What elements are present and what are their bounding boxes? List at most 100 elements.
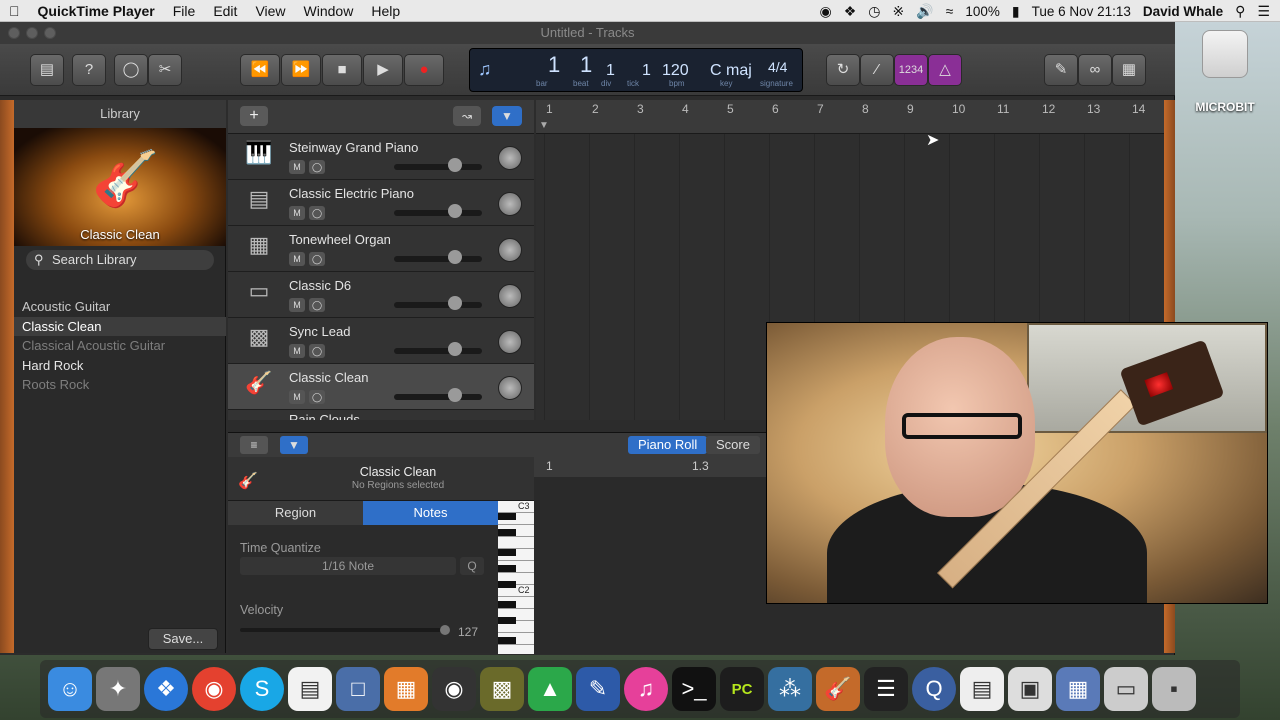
- volume-slider[interactable]: [394, 256, 482, 262]
- pen-icon[interactable]: ✎: [576, 667, 620, 711]
- library-item[interactable]: Roots Rock: [14, 375, 226, 395]
- lcd-display[interactable]: ♫ 1 bar 1 beat 1 div 1 tick 120 bpm C ma…: [469, 48, 803, 92]
- headphones-icon[interactable]: ◯: [309, 344, 325, 358]
- mute-button[interactable]: M: [289, 252, 305, 266]
- velocity-slider[interactable]: [240, 623, 450, 637]
- menu-help[interactable]: Help: [362, 3, 409, 19]
- smart-controls-button[interactable]: ◯: [114, 54, 148, 86]
- track-row[interactable]: Rain Clouds: [228, 410, 534, 420]
- filter-button[interactable]: ▼: [492, 106, 522, 126]
- timeline-ruler[interactable]: 1 2 3 4 5 6 7 8 9 10 11 12 13 14 ▼: [536, 100, 1164, 134]
- volume-slider[interactable]: [394, 348, 482, 354]
- piano-keyboard[interactable]: C3 C2: [498, 501, 534, 654]
- time-machine-icon[interactable]: ◷: [868, 4, 880, 18]
- instrument-icon[interactable]: ☰: [864, 667, 908, 711]
- play-button[interactable]: ▶: [363, 54, 403, 86]
- headphones-icon[interactable]: ◯: [309, 252, 325, 266]
- mute-button[interactable]: M: [289, 390, 305, 404]
- pan-knob[interactable]: [498, 192, 522, 216]
- volume-slider[interactable]: [394, 394, 482, 400]
- library-item[interactable]: Acoustic Guitar: [14, 297, 226, 317]
- velocity-handle[interactable]: [440, 625, 450, 635]
- skype-icon[interactable]: S: [240, 667, 284, 711]
- headphones-icon[interactable]: ◯: [309, 298, 325, 312]
- tuner-button[interactable]: ⁄: [860, 54, 894, 86]
- editor-filter-button[interactable]: ▼: [280, 436, 308, 454]
- terminal-icon[interactable]: >_: [672, 667, 716, 711]
- dropbox-icon[interactable]: ❖: [844, 4, 857, 18]
- zoom-button[interactable]: [44, 27, 56, 39]
- library-search-input[interactable]: ⚲ Search Library: [26, 250, 214, 270]
- track-row[interactable]: 🎹 Steinway Grand Piano M ◯: [228, 134, 534, 180]
- volume-knob[interactable]: [448, 296, 462, 310]
- region-tab[interactable]: Region: [228, 501, 363, 525]
- battery-percent[interactable]: 100%: [965, 4, 1000, 19]
- time-quantize-select[interactable]: 1/16 Note: [240, 557, 456, 575]
- pan-knob[interactable]: [498, 284, 522, 308]
- mute-button[interactable]: M: [289, 298, 305, 312]
- volume-slider[interactable]: [394, 302, 482, 308]
- track-row[interactable]: ▩ Sync Lead M ◯: [228, 318, 534, 364]
- library-item[interactable]: Classical Acoustic Guitar: [14, 336, 226, 356]
- pan-knob[interactable]: [498, 376, 522, 400]
- volume-slider[interactable]: [394, 164, 482, 170]
- library-item[interactable]: Hard Rock: [14, 356, 226, 376]
- virtualbox-icon[interactable]: □: [336, 667, 380, 711]
- pan-knob[interactable]: [498, 330, 522, 354]
- cura-icon[interactable]: ▲: [528, 667, 572, 711]
- pan-knob[interactable]: [498, 238, 522, 262]
- battery-icon[interactable]: ▮: [1012, 4, 1020, 18]
- wifi-icon[interactable]: ≈: [946, 4, 954, 18]
- images-icon[interactable]: ▣: [1008, 667, 1052, 711]
- calculator-icon[interactable]: ▦: [384, 667, 428, 711]
- record-status-icon[interactable]: ◉: [819, 4, 831, 18]
- track-row-selected[interactable]: 🎸 Classic Clean M ◯: [228, 364, 534, 410]
- app-menu[interactable]: QuickTime Player: [29, 3, 164, 19]
- garageband-icon[interactable]: 🎸: [816, 667, 860, 711]
- headphones-icon[interactable]: ◯: [309, 390, 325, 404]
- library-button[interactable]: ▤: [30, 54, 64, 86]
- tab-piano-roll[interactable]: Piano Roll: [628, 436, 708, 454]
- notification-center-icon[interactable]: ☰: [1257, 4, 1270, 18]
- volume-knob[interactable]: [448, 342, 462, 356]
- menu-edit[interactable]: Edit: [204, 3, 246, 19]
- menu-file[interactable]: File: [164, 3, 205, 19]
- volume-icon[interactable]: 🔊: [916, 4, 933, 18]
- editor-settings-button[interactable]: ≡: [240, 436, 268, 454]
- preview-icon[interactable]: ▦: [1056, 667, 1100, 711]
- playhead[interactable]: ▼: [539, 120, 549, 131]
- minimize-button[interactable]: [26, 27, 38, 39]
- python-icon[interactable]: ⁂: [768, 667, 812, 711]
- headphones-icon[interactable]: ◯: [309, 160, 325, 174]
- notepad-button[interactable]: ✎: [1044, 54, 1078, 86]
- track-row[interactable]: ▤ Classic Electric Piano M ◯: [228, 180, 534, 226]
- mute-button[interactable]: M: [289, 160, 305, 174]
- user-name[interactable]: David Whale: [1143, 4, 1223, 19]
- itunes-icon[interactable]: ♫: [624, 667, 668, 711]
- track-row[interactable]: ▭ Classic D6 M ◯: [228, 272, 534, 318]
- catch-button[interactable]: ↝: [453, 106, 481, 126]
- bluetooth-icon[interactable]: ※: [892, 4, 904, 18]
- volume-knob[interactable]: [448, 250, 462, 264]
- desktop-drive-microbit[interactable]: MICROBIT: [1192, 30, 1258, 114]
- finder-icon[interactable]: ☺: [48, 667, 92, 711]
- cycle-button[interactable]: ↻: [826, 54, 860, 86]
- tuner-icon[interactable]: ♫: [478, 59, 492, 80]
- rewind-button[interactable]: ⏪: [240, 54, 280, 86]
- close-button[interactable]: [8, 27, 20, 39]
- media-browser-button[interactable]: ▦: [1112, 54, 1146, 86]
- notes-tab[interactable]: Notes: [363, 501, 498, 525]
- window-icon[interactable]: ▭: [1104, 667, 1148, 711]
- menu-view[interactable]: View: [246, 3, 294, 19]
- documents-icon[interactable]: ▤: [960, 667, 1004, 711]
- mute-button[interactable]: M: [289, 344, 305, 358]
- spotlight-search-icon[interactable]: ⚲: [1235, 4, 1245, 18]
- metronome-button[interactable]: △: [928, 54, 962, 86]
- textedit-icon[interactable]: ▤: [288, 667, 332, 711]
- quantize-button[interactable]: Q: [460, 557, 484, 575]
- loop-browser-button[interactable]: ∞: [1078, 54, 1112, 86]
- chrome-icon[interactable]: ◉: [192, 667, 236, 711]
- gpu-icon[interactable]: ▩: [480, 667, 524, 711]
- volume-knob[interactable]: [448, 158, 462, 172]
- save-button[interactable]: Save...: [148, 628, 218, 650]
